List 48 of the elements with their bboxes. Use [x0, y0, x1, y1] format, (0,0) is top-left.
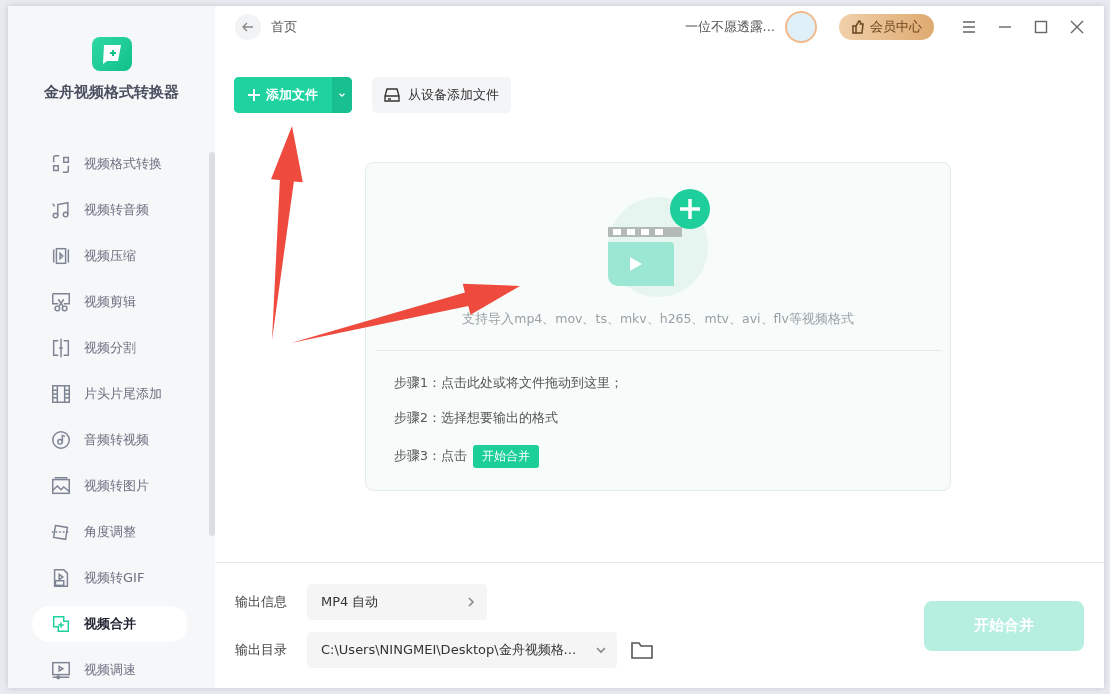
sidebar-item[interactable]: 视频分割 [32, 330, 188, 366]
screen-play-icon [50, 659, 72, 681]
scissors-icon [50, 291, 72, 313]
sidebar-item[interactable]: 视频合并 [32, 606, 188, 642]
supported-formats-text: 支持导入mp4、mov、ts、mkv、h265、mtv、avi、flv等视频格式 [462, 311, 854, 328]
thumbs-up-icon [851, 20, 865, 34]
output-info-label: 输出信息 [235, 592, 287, 611]
chevron-right-icon [465, 595, 477, 608]
step-text: 步骤2：选择想要输出的格式 [394, 410, 559, 427]
plus-icon [248, 89, 260, 101]
app-logo-icon [91, 37, 132, 71]
sidebar-item[interactable]: 视频压缩 [32, 238, 188, 274]
output-dir-label: 输出目录 [235, 640, 287, 659]
back-arrow-icon [242, 21, 254, 33]
merge-icon [50, 613, 72, 635]
app-name: 金舟视频格式转换器 [44, 83, 179, 102]
sidebar-item[interactable]: 视频剪辑 [32, 284, 188, 320]
start-merge-tag: 开始合并 [472, 445, 539, 468]
split-icon [50, 337, 72, 359]
sidebar-item[interactable]: 视频转图片 [32, 468, 188, 504]
disc-icon [50, 429, 72, 451]
sidebar-item[interactable]: 视频转GIF [32, 560, 188, 596]
vip-button[interactable]: 会员中心 [839, 14, 934, 40]
user-name: 一位不愿透露... [684, 18, 775, 36]
dropdown-button[interactable] [332, 77, 352, 113]
convert-icon [50, 153, 72, 175]
compress-icon [50, 245, 72, 267]
film-icon [50, 383, 72, 405]
drop-zone[interactable]: 支持导入mp4、mov、ts、mkv、h265、mtv、avi、flv等视频格式 步骤1：点击此处或将文件拖动到这里； 步骤2：选择想要输出的格式 步骤3：点击 开始合并 [365, 162, 951, 491]
output-format-select[interactable]: MP4 自动 [307, 583, 487, 620]
avatar[interactable] [785, 11, 817, 43]
image-icon [50, 475, 72, 497]
back-button[interactable] [235, 14, 261, 40]
sidebar-item[interactable]: 音频转视频 [32, 422, 188, 458]
add-from-device-button[interactable]: 从设备添加文件 [372, 77, 511, 113]
sidebar-item[interactable]: 片头片尾添加 [32, 376, 188, 412]
sidebar-item[interactable]: 角度调整 [32, 514, 188, 550]
sidebar-item[interactable]: 视频转音频 [32, 192, 188, 228]
folder-icon[interactable] [631, 639, 653, 660]
sidebar-item[interactable]: 视频调速 [32, 652, 188, 688]
sidebar-item[interactable]: 视频格式转换 [32, 146, 188, 182]
drive-icon [384, 88, 400, 102]
breadcrumb: 首页 [271, 18, 297, 36]
music-note-icon [50, 199, 72, 221]
step-text: 步骤3：点击 [394, 448, 467, 465]
output-dir-select[interactable]: C:\Users\NINGMEI\Desktop\金舟视频格... [307, 631, 617, 668]
scrollbar[interactable] [209, 152, 215, 536]
step-text: 步骤1：点击此处或将文件拖动到这里； [394, 375, 624, 392]
